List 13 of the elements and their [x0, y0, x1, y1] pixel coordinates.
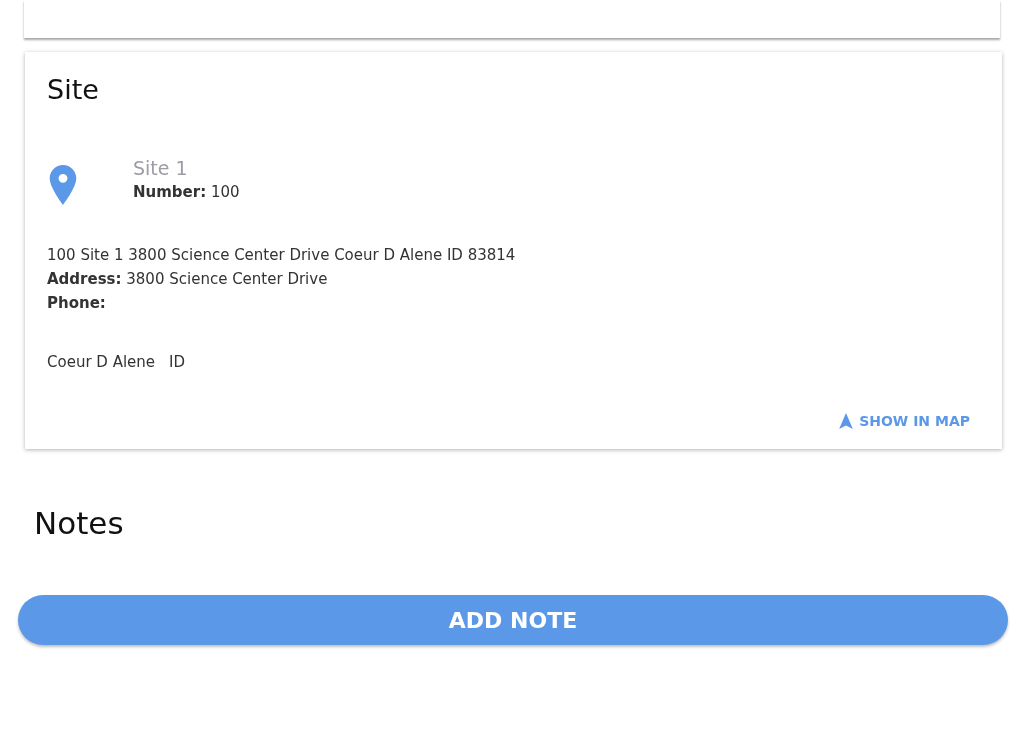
city: Coeur D Alene: [47, 353, 156, 371]
card-title: Site: [47, 74, 100, 105]
phone-line: Phone:: [47, 293, 107, 314]
notes-heading: Notes: [34, 505, 125, 541]
location-pin-icon: [49, 165, 77, 205]
state: ID: [169, 353, 186, 371]
full-address: 100 Site 1 3800 Science Center Drive Coeur D Alene ID 83814: [47, 245, 517, 266]
navigation-arrow-icon: [839, 413, 854, 429]
show-in-map-link[interactable]: SHOW IN MAP: [839, 413, 970, 429]
site-name: Site 1: [133, 157, 189, 179]
site-number: Number: 100: [133, 183, 240, 201]
address-line: Address: 3800 Science Center Drive: [47, 269, 329, 290]
add-note-button[interactable]: ADD NOTE: [18, 595, 1008, 645]
